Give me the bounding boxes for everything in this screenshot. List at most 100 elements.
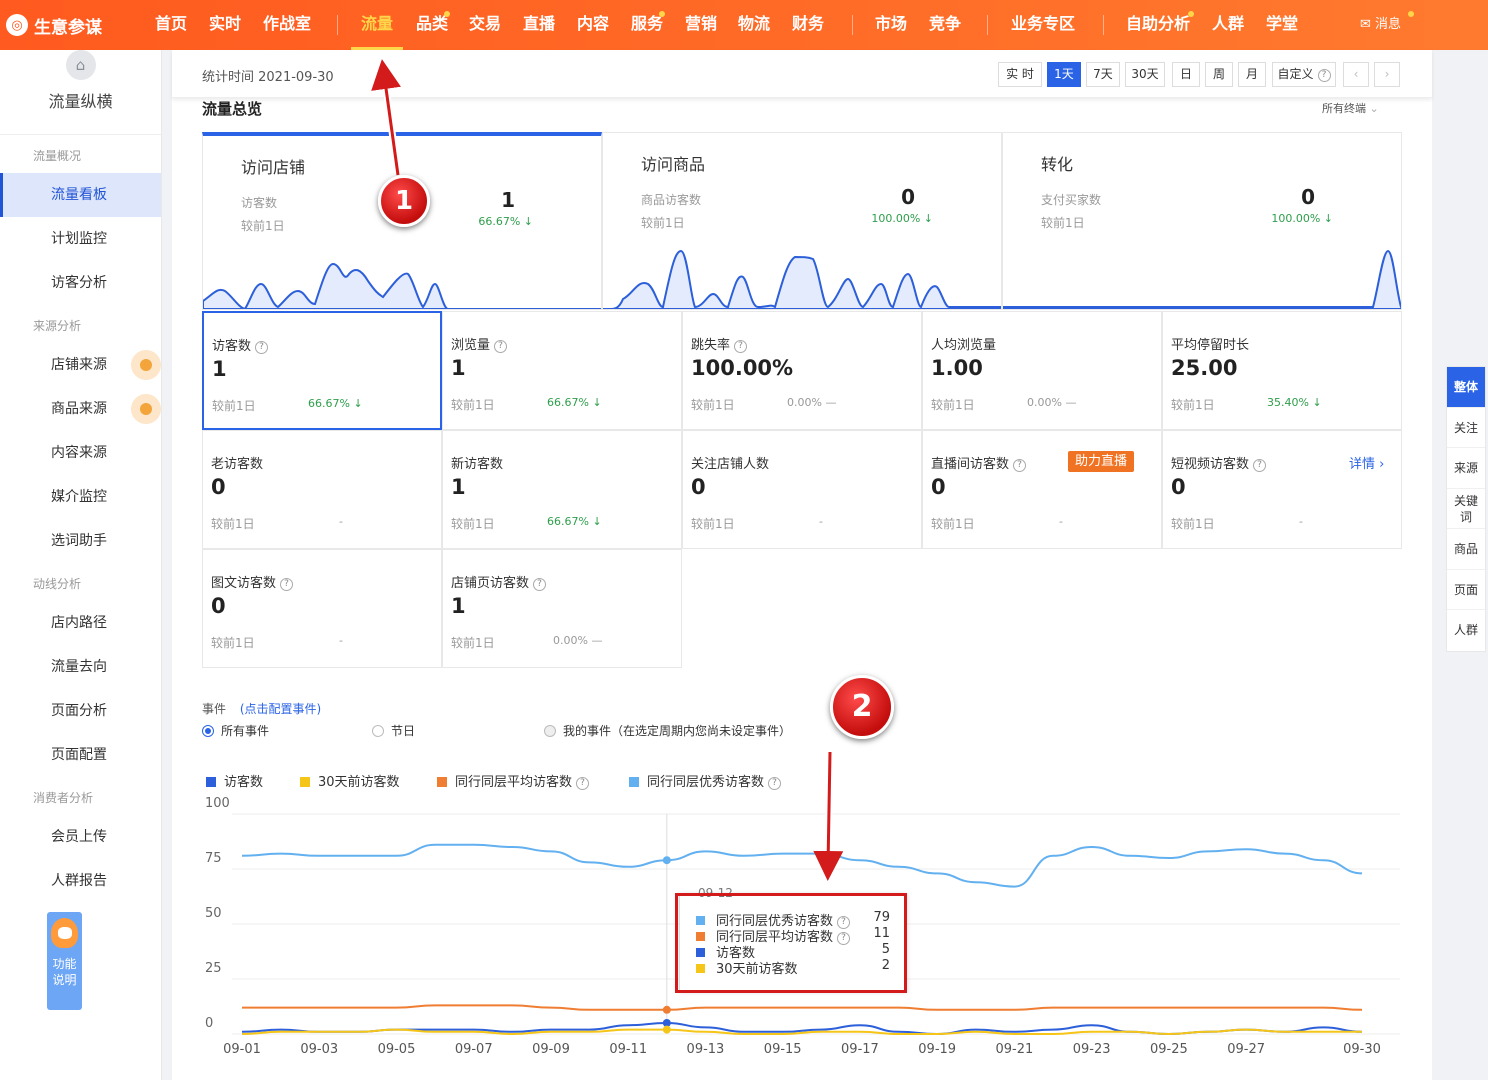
period-30day[interactable]: 30天	[1125, 62, 1165, 87]
metric-avg-stay[interactable]: 平均停留时长 25.00 较前1日 35.40% ↓	[1162, 311, 1402, 430]
period-realtime[interactable]: 实 时	[998, 62, 1042, 87]
metric-shop-followers[interactable]: 关注店铺人数 0 较前1日 -	[682, 430, 922, 549]
nav-self-analysis[interactable]: 自助分析	[1126, 0, 1190, 50]
radio-holidays[interactable]: 节日	[372, 722, 415, 739]
sidebar-item-page-config[interactable]: 页面配置	[0, 733, 161, 777]
config-event-link[interactable]: (点击配置事件)	[240, 702, 321, 716]
metric-name: 访客数?	[212, 335, 269, 354]
period-1day[interactable]: 1天	[1047, 62, 1081, 87]
legend-prev30[interactable]: 30天前访客数	[300, 771, 400, 790]
legend-visitors[interactable]: 访客数	[206, 771, 263, 790]
next-arrow-icon[interactable]: ›	[1374, 62, 1400, 87]
nav-competition[interactable]: 竞争	[929, 0, 961, 50]
nav-logistics[interactable]: 物流	[738, 0, 770, 50]
help-icon: ?	[533, 578, 547, 591]
legend-peer-excellent[interactable]: 同行同层优秀访客数?	[629, 771, 782, 790]
detail-link[interactable]: 详情 ›	[1349, 453, 1384, 472]
sidebar-item-crowd-report[interactable]: 人群报告	[0, 859, 161, 903]
nav-finance[interactable]: 财务	[792, 0, 824, 50]
metric-video-visitors[interactable]: 短视频访客数? 详情 › 0 较前1日 -	[1162, 430, 1402, 549]
metric-compare: 较前1日	[212, 399, 256, 413]
nav-market[interactable]: 市场	[875, 0, 907, 50]
metric-new-visitors[interactable]: 新访客数 1 较前1日 66.67% ↓	[442, 430, 682, 549]
nav-live[interactable]: 直播	[523, 0, 555, 50]
terminal-select[interactable]: 所有终端 ⌄	[1322, 100, 1379, 116]
metric-pageviews[interactable]: 浏览量? 1 较前1日 66.67% ↓	[442, 311, 682, 430]
overview-card-product[interactable]: 访问商品 商品访客数 较前1日 0 100.00% ↓	[602, 132, 1002, 310]
sidebar-item-product-source[interactable]: 商品来源	[0, 387, 161, 431]
metric-visitors[interactable]: 访客数? 1 较前1日 66.67% ↓	[202, 311, 442, 430]
x-tick: 09-23	[1072, 1042, 1111, 1057]
metric-compare: 较前1日	[451, 517, 495, 531]
sidebar-item-media-monitor[interactable]: 媒介监控	[0, 475, 161, 519]
sidebar-item-shop-source[interactable]: 店铺来源	[0, 343, 161, 387]
nav-trade[interactable]: 交易	[469, 0, 501, 50]
right-tab-source[interactable]: 来源	[1447, 448, 1485, 489]
nav-war-room[interactable]: 作战室	[263, 0, 311, 50]
nav-crowd[interactable]: 人群	[1212, 0, 1244, 50]
radio-my-events[interactable]: 我的事件（在选定周期内您尚未设定事件）	[544, 722, 791, 739]
boost-live-button[interactable]: 助力直播	[1068, 451, 1135, 472]
nav-content[interactable]: 内容	[577, 0, 609, 50]
right-tab-overall[interactable]: 整体	[1447, 367, 1485, 408]
sidebar: ⌂ 流量纵横 流量概况 流量看板 计划监控 访客分析 来源分析 店铺来源 商品来…	[0, 50, 162, 1080]
sidebar-item-plan-monitor[interactable]: 计划监控	[0, 217, 161, 261]
nav-home[interactable]: 首页	[155, 0, 187, 50]
right-tab-product[interactable]: 商品	[1447, 529, 1485, 570]
legend-swatch	[206, 777, 216, 787]
nav-marketing[interactable]: 营销	[685, 0, 717, 50]
metric-live-visitors[interactable]: 直播间访客数? 助力直播 0 较前1日 -	[922, 430, 1162, 549]
metric-avg-pageviews[interactable]: 人均浏览量 1.00 较前1日 0.00% —	[922, 311, 1162, 430]
sidebar-item-keyword-helper[interactable]: 选词助手	[0, 519, 161, 563]
right-tab-crowd[interactable]: 人群	[1447, 610, 1485, 651]
metric-old-visitors[interactable]: 老访客数 0 较前1日 -	[202, 430, 442, 549]
metric-shop-page-visitors[interactable]: 店铺页访客数? 1 较前1日 0.00% —	[442, 549, 682, 668]
card-sparkline	[1003, 249, 1401, 309]
nav-business-zone[interactable]: 业务专区	[1011, 0, 1075, 50]
x-tick: 09-21	[995, 1042, 1034, 1057]
mail-icon: ✉	[1360, 17, 1371, 32]
nav-realtime[interactable]: 实时	[209, 0, 241, 50]
card-label: 访客数	[241, 196, 278, 210]
help-button[interactable]: 功能说明	[47, 912, 82, 1010]
radio-icon	[544, 725, 556, 737]
legend-label: 同行同层优秀访客数	[647, 775, 765, 790]
nav-category[interactable]: 品类	[416, 0, 448, 50]
legend-swatch	[629, 777, 639, 787]
period-7day[interactable]: 7天	[1086, 62, 1120, 87]
sidebar-item-member-upload[interactable]: 会员上传	[0, 815, 161, 859]
period-day[interactable]: 日	[1172, 62, 1200, 87]
nav-divider	[852, 15, 853, 35]
period-custom[interactable]: 自定义?	[1272, 62, 1336, 87]
radio-all-events[interactable]: 所有事件	[202, 722, 269, 739]
metric-graphic-visitors[interactable]: 图文访客数? 0 较前1日 -	[202, 549, 442, 668]
sidebar-item-shop-path[interactable]: 店内路径	[0, 601, 161, 645]
metric-bounce-rate[interactable]: 跳失率? 100.00% 较前1日 0.00% —	[682, 311, 922, 430]
sidebar-item-traffic-board[interactable]: 流量看板	[0, 173, 161, 217]
card-sparkline	[203, 262, 601, 309]
app-logo[interactable]: ◎ 生意参谋	[0, 0, 102, 50]
sidebar-item-content-source[interactable]: 内容来源	[0, 431, 161, 475]
period-month[interactable]: 月	[1238, 62, 1266, 87]
card-change: 100.00% ↓	[871, 212, 933, 225]
right-tab-page[interactable]: 页面	[1447, 570, 1485, 610]
right-tab-keyword[interactable]: 关键词	[1447, 489, 1485, 529]
sidebar-item-page-analysis[interactable]: 页面分析	[0, 689, 161, 733]
period-custom-label: 自定义	[1277, 67, 1314, 81]
nav-academy[interactable]: 学堂	[1266, 0, 1298, 50]
prev-arrow-icon[interactable]: ‹	[1343, 62, 1369, 87]
top-nav: ◎ 生意参谋 首页 实时 作战室 流量 品类 交易 直播 内容 服务 营销 物流…	[0, 0, 1488, 50]
metric-value: 1	[451, 475, 466, 499]
period-week[interactable]: 周	[1205, 62, 1233, 87]
right-tab-follow[interactable]: 关注	[1447, 408, 1485, 448]
message-link[interactable]: ✉ 消息	[1360, 0, 1401, 50]
overview-card-conversion[interactable]: 转化 支付买家数 较前1日 0 100.00% ↓	[1002, 132, 1402, 310]
nav-service[interactable]: 服务	[631, 0, 663, 50]
nav-traffic[interactable]: 流量	[351, 0, 404, 50]
metric-value: 0	[211, 594, 226, 618]
legend-peer-avg[interactable]: 同行同层平均访客数?	[437, 771, 590, 790]
metric-change: 35.40% ↓	[1267, 396, 1322, 409]
radio-icon	[372, 725, 384, 737]
sidebar-item-traffic-destination[interactable]: 流量去向	[0, 645, 161, 689]
sidebar-item-visitor-analysis[interactable]: 访客分析	[0, 261, 161, 305]
